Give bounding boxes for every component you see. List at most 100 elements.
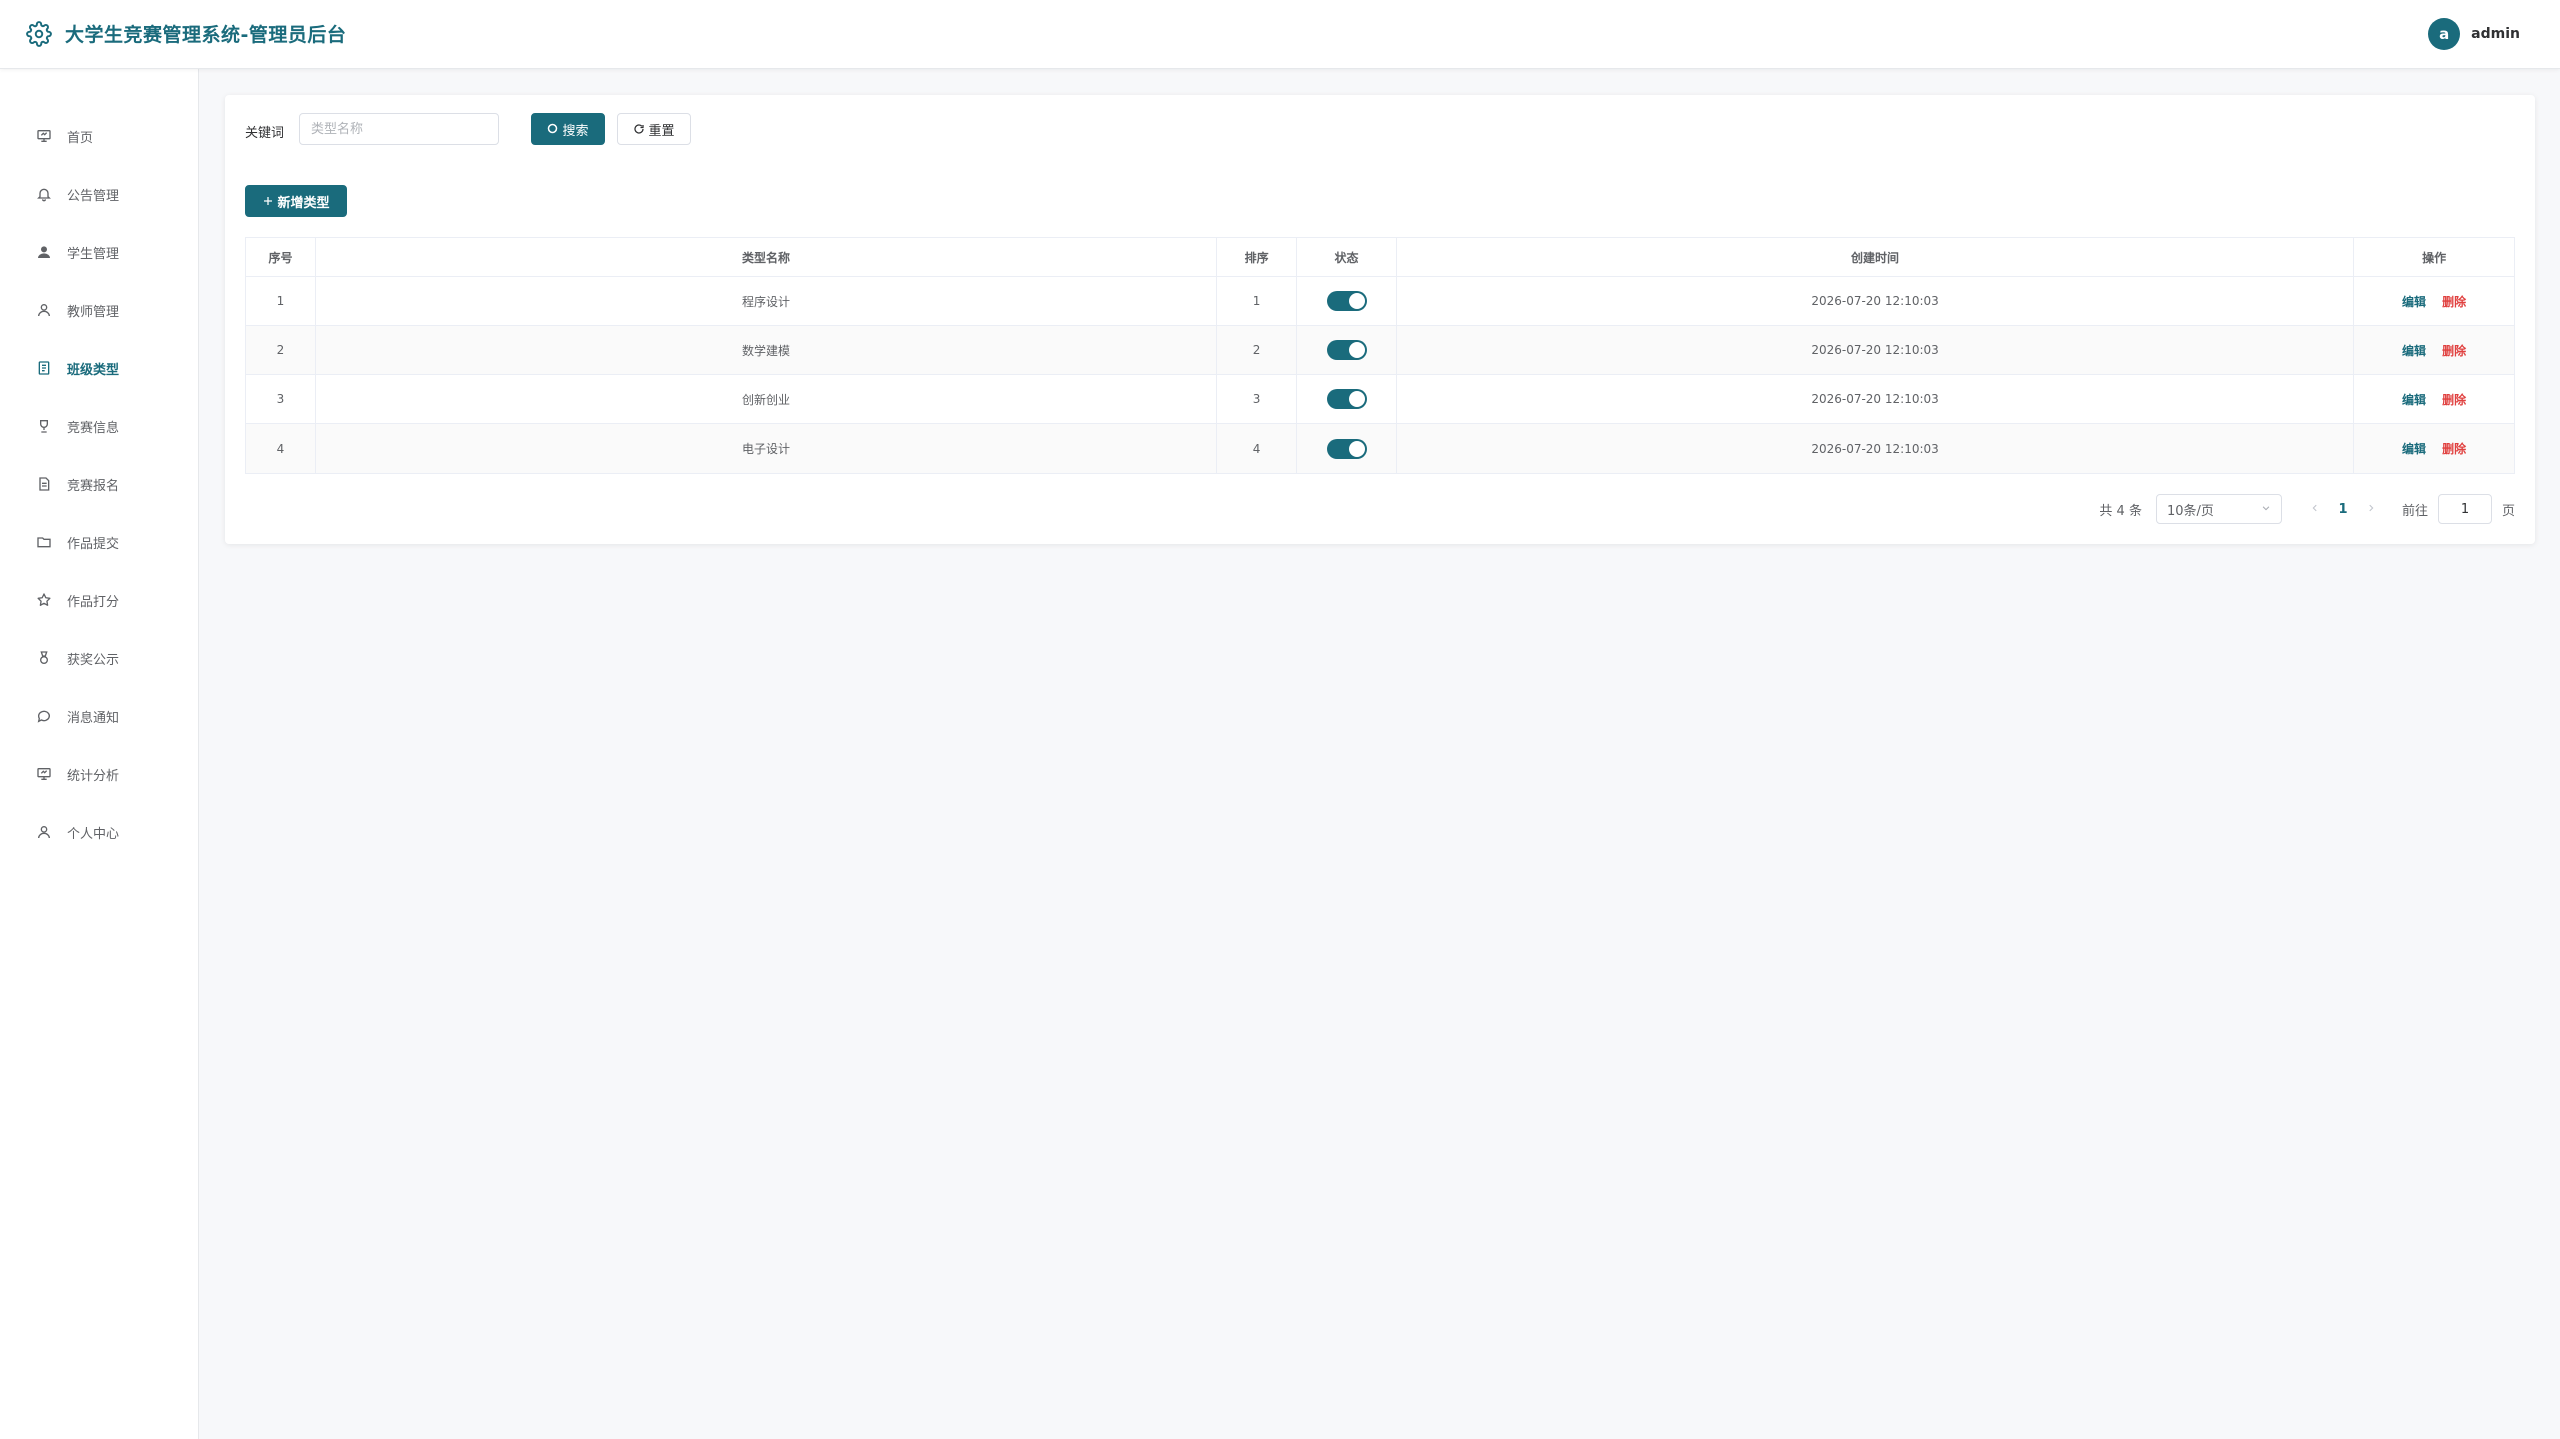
sidebar: 首页 公告管理 学生管理 教师管理 班级类型 竞赛信息 竞赛报名 作品提交 作品… [0,69,199,1439]
sidebar-item-statistics[interactable]: 统计分析 [0,754,199,794]
chevron-left-icon [2310,502,2320,517]
bell-icon [35,185,53,203]
sidebar-item-label: 班级类型 [67,362,120,378]
refresh-icon [633,123,645,135]
sidebar-item-label: 个人中心 [67,826,120,842]
sidebar-item-messages[interactable]: 消息通知 [0,696,199,736]
row-sort: 2 [1217,326,1298,374]
row-created-time: 2026-07-20 12:10:03 [1397,326,2355,374]
delete-button[interactable]: 删除 [2442,440,2466,457]
table-row: 1 程序设计 1 2026-07-20 12:10:03 编辑 删除 [246,277,2514,326]
row-index: 3 [246,375,316,423]
column-header-created: 创建时间 [1397,238,2355,276]
top-header: 大学生竞赛管理系统-管理员后台 a admin [0,0,2560,69]
medal-icon [35,649,53,667]
page-suffix: 页 [2501,503,2515,519]
app-title: 大学生竞赛管理系统-管理员后台 [65,24,347,46]
goto-page-input[interactable] [2437,494,2492,524]
sidebar-item-profile[interactable]: 个人中心 [0,812,199,852]
table-row: 4 电子设计 4 2026-07-20 12:10:03 编辑 删除 [246,424,2514,473]
avatar[interactable]: a [2428,18,2461,50]
page-number[interactable]: 1 [2328,495,2358,523]
pagination: 共 4 条 10条/页 1 前往 页 [2099,493,2515,525]
sidebar-item-submissions[interactable]: 作品提交 [0,522,199,562]
status-cell [1297,326,1397,374]
trophy-icon [35,417,53,435]
sidebar-item-students[interactable]: 学生管理 [0,232,199,272]
edit-button[interactable]: 编辑 [2402,342,2426,359]
sidebar-item-label: 作品打分 [67,594,120,610]
column-header-status: 状态 [1297,238,1397,276]
column-header-name: 类型名称 [316,238,1218,276]
edit-button[interactable]: 编辑 [2402,440,2426,457]
status-cell [1297,375,1397,423]
sidebar-item-class-types[interactable]: 班级类型 [0,348,199,388]
star-icon [35,591,53,609]
delete-button[interactable]: 删除 [2442,391,2466,408]
search-button[interactable]: 搜索 [531,113,605,145]
actions-cell: 编辑 删除 [2354,375,2514,423]
row-sort: 3 [1217,375,1298,423]
document-icon [35,475,53,493]
sidebar-item-scoring[interactable]: 作品打分 [0,580,199,620]
class-type-table: 序号 类型名称 排序 状态 创建时间 操作 1 程序设计 1 2026-07-2… [245,237,2515,474]
status-toggle[interactable] [1326,340,1367,360]
sidebar-item-announcements[interactable]: 公告管理 [0,174,199,214]
column-header-actions: 操作 [2422,250,2447,265]
reset-button[interactable]: 重置 [617,113,691,145]
sidebar-item-registrations[interactable]: 竞赛报名 [0,464,199,504]
sidebar-item-label: 首页 [67,130,94,146]
sidebar-item-label: 统计分析 [67,768,120,784]
user-icon [35,823,53,841]
data-board-icon [35,765,53,783]
sidebar-item-label: 作品提交 [67,536,120,552]
table-row: 2 数学建模 2 2026-07-20 12:10:03 编辑 删除 [246,326,2514,375]
actions-cell: 编辑 删除 [2354,424,2514,473]
page-size-value: 10条/页 [2166,503,2214,519]
brand: 大学生竞赛管理系统-管理员后台 [26,20,346,47]
search-button-label: 搜索 [562,123,589,139]
chevron-down-icon [2261,502,2271,517]
page-size-select[interactable]: 10条/页 [2155,494,2282,524]
gear-icon [26,20,52,47]
next-page-button[interactable] [2358,495,2384,523]
user-menu[interactable]: a admin [2428,18,2520,50]
row-index: 4 [246,424,316,473]
keyword-search-input[interactable] [299,113,499,145]
reset-button-label: 重置 [648,123,675,139]
sidebar-item-awards[interactable]: 获奖公示 [0,638,199,678]
monitor-icon [35,127,53,145]
sidebar-item-competitions[interactable]: 竞赛信息 [0,406,199,446]
edit-button[interactable]: 编辑 [2402,391,2426,408]
status-cell [1297,424,1397,473]
username[interactable]: admin [2471,26,2520,42]
actions-cell: 编辑 删除 [2354,277,2514,325]
sidebar-item-label: 消息通知 [67,710,120,726]
edit-button[interactable]: 编辑 [2402,293,2426,310]
sidebar-item-teachers[interactable]: 教师管理 [0,290,199,330]
row-sort: 4 [1217,424,1298,473]
status-toggle[interactable] [1326,291,1367,311]
status-cell [1297,277,1397,325]
add-type-button-label: 新增类型 [277,195,330,211]
search-icon [547,123,559,135]
status-toggle[interactable] [1326,438,1367,459]
prev-page-button[interactable] [2302,495,2328,523]
row-type-name: 创新创业 [316,375,1218,423]
delete-button[interactable]: 删除 [2442,293,2466,310]
row-created-time: 2026-07-20 12:10:03 [1397,277,2355,325]
user-filled-icon [35,243,53,261]
notebook-icon [35,359,53,377]
row-type-name: 程序设计 [316,277,1218,325]
sidebar-item-label: 竞赛信息 [67,420,120,436]
sidebar-item-label: 公告管理 [67,188,120,204]
delete-button[interactable]: 删除 [2442,342,2466,359]
add-type-button[interactable]: 新增类型 [245,185,347,217]
sidebar-item-label: 获奖公示 [67,652,120,668]
status-toggle[interactable] [1326,389,1367,409]
column-header-sort: 排序 [1217,238,1298,276]
chevron-right-icon [2366,502,2376,517]
sidebar-item-label: 教师管理 [67,304,120,320]
sidebar-item-label: 学生管理 [67,246,120,262]
sidebar-item-home[interactable]: 首页 [0,116,199,156]
